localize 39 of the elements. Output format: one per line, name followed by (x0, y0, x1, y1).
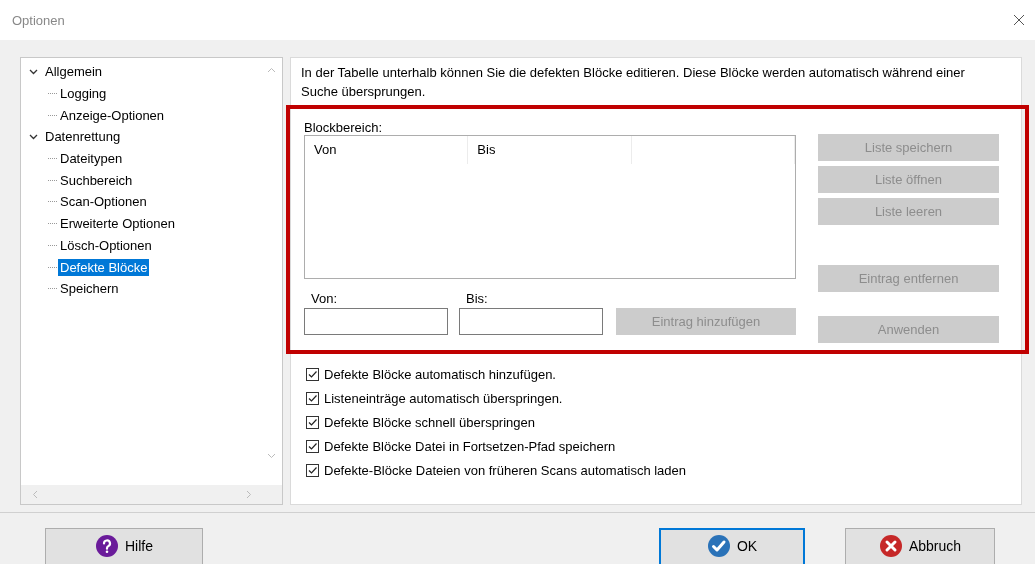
checkbox-label[interactable]: Defekte Blöcke Datei in Fortsetzen-Pfad speichern (324, 438, 616, 454)
chevron-icon[interactable] (29, 133, 38, 140)
checkbox[interactable] (306, 367, 319, 381)
checkbox[interactable] (306, 439, 319, 453)
cancel-button[interactable]: Abbruch (845, 528, 995, 564)
close-icon[interactable] (1013, 14, 1025, 26)
checkbox-label[interactable]: Defekte Blöcke schnell überspringen (324, 414, 535, 430)
column-header[interactable]: Von (305, 136, 469, 164)
checkbox[interactable] (306, 463, 319, 477)
tree-item[interactable]: Erweiterte Optionen (58, 215, 177, 233)
tree-item[interactable]: Dateitypen (58, 150, 125, 168)
checkbox[interactable] (306, 391, 319, 405)
checkmark-icon (706, 534, 731, 558)
tree-item[interactable]: Allgemein (43, 63, 105, 81)
checkbox-label[interactable]: Defekte Blöcke automatisch hinzufügen. (324, 366, 556, 382)
tree-item[interactable]: Datenrettung (43, 128, 123, 146)
column-header[interactable]: Bis (468, 136, 632, 164)
tree-item[interactable]: Lösch-Optionen (58, 236, 154, 254)
checkbox-label[interactable]: Listeneinträge automatisch überspringen. (324, 390, 563, 406)
window-title: Optionen (12, 12, 65, 28)
help-icon (95, 534, 119, 558)
help-button[interactable]: Hilfe (45, 528, 203, 564)
field-label: Von: (310, 291, 339, 308)
checkbox[interactable] (306, 415, 319, 429)
description-text: In der Tabelle unterhalb können Sie die defekten Blöcke editieren. Diese Blöcke werden automatisch während einer Suche übersprungen. (301, 64, 966, 101)
chevron-icon[interactable] (29, 68, 38, 75)
tree-item[interactable]: Speichern (58, 280, 121, 298)
tree-item[interactable]: Defekte Blöcke (58, 258, 150, 276)
ok-button[interactable]: OK (659, 528, 805, 564)
field-label: Bis: (465, 291, 489, 308)
tree-item[interactable]: Logging (58, 85, 109, 103)
input-field[interactable] (459, 308, 603, 335)
tree-item[interactable]: Suchbereich (58, 171, 135, 189)
tree-item[interactable]: Anzeige-Optionen (58, 106, 167, 124)
tree-item[interactable]: Scan-Optionen (58, 193, 149, 211)
table-label: Blockbereich: (304, 120, 384, 135)
cancel-icon (878, 534, 903, 558)
input-field[interactable] (304, 308, 448, 335)
checkbox-label[interactable]: Defekte-Blöcke Dateien von früheren Scans automatisch laden (324, 462, 687, 478)
